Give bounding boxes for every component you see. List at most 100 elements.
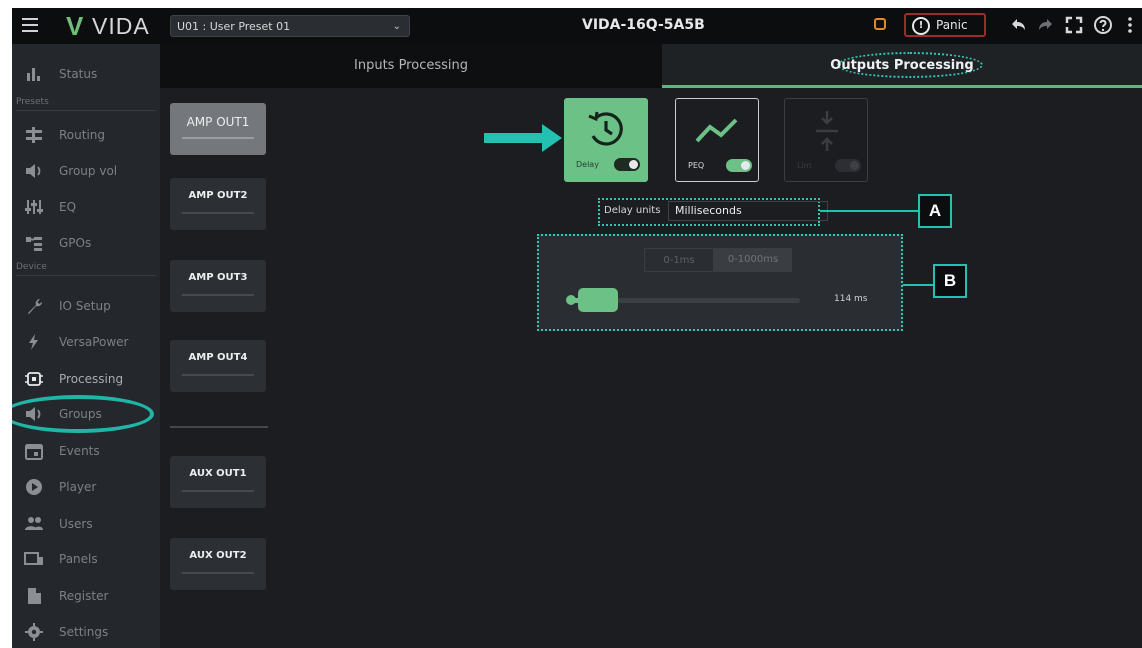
channel-amp-out4[interactable]: AMP OUT4	[170, 340, 266, 392]
channel-amp-out2[interactable]: AMP OUT2	[170, 178, 266, 230]
delay-slider-value: 114 ms	[834, 294, 868, 304]
channel-underline	[182, 572, 254, 574]
app-window: V VIDA U01 : User Preset 01 ⌄ VIDA-16Q-5…	[12, 8, 1142, 648]
logo-mark: V	[66, 11, 84, 41]
sidebar-item-eq[interactable]: EQ	[12, 192, 160, 222]
delay-toggle[interactable]	[614, 158, 640, 171]
sidebar-item-label: Status	[59, 67, 98, 81]
sidebar-item-label: IO Setup	[59, 299, 111, 313]
panic-label: Panic	[936, 18, 968, 32]
top-bar: V VIDA U01 : User Preset 01 ⌄ VIDA-16Q-5…	[12, 8, 1142, 44]
channel-label: AMP OUT2	[188, 190, 248, 201]
limiter-icon	[816, 111, 838, 151]
delay-clock-icon	[588, 111, 623, 146]
delay-slider-thumb[interactable]	[577, 288, 618, 312]
sidebar-item-label: Settings	[59, 625, 109, 639]
redo-icon[interactable]	[1036, 16, 1056, 34]
sidebar-item-label: Users	[59, 517, 93, 531]
sidebar-item-processing[interactable]: Processing	[12, 364, 160, 394]
callout-b-line	[903, 284, 933, 286]
preset-select[interactable]: U01 : User Preset 01 ⌄	[170, 15, 410, 37]
range-0-1ms-button[interactable]: 0-1ms	[644, 248, 714, 272]
channel-aux-out1[interactable]: AUX OUT1	[170, 456, 266, 508]
channel-amp-out1[interactable]: AMP OUT1	[170, 103, 266, 155]
section-divider	[16, 110, 156, 111]
delay-block[interactable]: Delay	[564, 98, 648, 182]
channel-underline	[182, 374, 254, 376]
sidebar-item-label: EQ	[59, 200, 77, 214]
callout-b: B	[933, 264, 967, 298]
panic-button[interactable]: ! Panic	[904, 13, 986, 37]
more-icon[interactable]	[1127, 16, 1133, 34]
peq-block[interactable]: PEQ	[675, 98, 759, 182]
section-label-presets: Presets	[16, 97, 49, 107]
peq-toggle[interactable]	[726, 159, 752, 172]
chip-icon	[25, 372, 43, 386]
limiter-toggle[interactable]	[835, 159, 861, 172]
sidebar-item-label: Register	[59, 589, 109, 603]
tab-label: Inputs Processing	[354, 58, 468, 73]
document-icon	[28, 588, 41, 604]
status-icon	[27, 68, 40, 81]
sidebar-item-player[interactable]: Player	[12, 472, 160, 502]
peq-curve-icon	[695, 118, 738, 143]
sidebar-item-group-vol[interactable]: Group vol	[12, 156, 160, 186]
warning-square-icon[interactable]	[874, 18, 886, 30]
logo-text: VIDA	[92, 13, 150, 39]
channel-underline	[182, 137, 254, 139]
gear-icon	[25, 623, 43, 641]
channel-underline	[182, 212, 254, 214]
annotation-arrow-head	[542, 124, 562, 152]
delay-slider-start-cap	[566, 295, 576, 305]
sidebar-item-label: Panels	[59, 552, 98, 566]
routing-icon	[26, 127, 42, 143]
tab-label: Outputs Processing	[830, 58, 974, 73]
sidebar-item-versapower[interactable]: VersaPower	[12, 327, 160, 357]
sidebar-item-users[interactable]: Users	[12, 509, 160, 539]
sidebar-item-label: Routing	[59, 128, 106, 142]
sidebar-item-register[interactable]: Register	[12, 581, 160, 611]
channel-amp-out3[interactable]: AMP OUT3	[170, 260, 266, 312]
calendar-icon	[25, 444, 43, 460]
undo-icon[interactable]	[1008, 16, 1028, 34]
channel-label: AMP OUT3	[188, 272, 248, 283]
callout-a: A	[918, 194, 952, 228]
preset-value: U01 : User Preset 01	[177, 20, 291, 33]
peq-label: PEQ	[688, 161, 705, 170]
menu-icon[interactable]	[22, 18, 38, 32]
section-divider	[16, 275, 156, 276]
sidebar-item-io-setup[interactable]: IO Setup	[12, 291, 160, 321]
device-name: VIDA-16Q-5A5B	[582, 17, 705, 33]
delay-units-label: Delay units	[604, 205, 661, 216]
limiter-block[interactable]: Lim	[784, 98, 868, 182]
play-icon	[26, 479, 42, 495]
sidebar-item-gpos[interactable]: GPOs	[12, 228, 160, 258]
bolt-icon	[29, 334, 38, 350]
delay-label: Delay	[576, 160, 599, 169]
channel-group-divider	[170, 426, 268, 428]
limiter-label: Lim	[797, 161, 812, 170]
gpo-icon	[26, 237, 42, 251]
sidebar: Status Presets Routing Group vol EQ GPOs…	[12, 44, 160, 648]
delay-units-select[interactable]: Milliseconds	[668, 201, 828, 221]
sidebar-item-status[interactable]: Status	[12, 59, 160, 89]
channel-label: AUX OUT2	[189, 550, 247, 561]
sidebar-item-routing[interactable]: Routing	[12, 120, 160, 150]
sidebar-item-events[interactable]: Events	[12, 436, 160, 466]
channel-label: AMP OUT1	[186, 115, 250, 129]
callout-a-line	[820, 210, 918, 212]
section-label-device: Device	[16, 262, 47, 272]
channel-aux-out2[interactable]: AUX OUT2	[170, 538, 266, 590]
sidebar-item-label: Events	[59, 444, 100, 458]
sidebar-item-label: VersaPower	[59, 335, 129, 349]
eq-icon	[25, 200, 43, 214]
sidebar-item-panels[interactable]: Panels	[12, 544, 160, 574]
wrench-icon	[28, 299, 42, 314]
tab-outputs-processing[interactable]: Outputs Processing	[662, 44, 1142, 88]
channel-label: AUX OUT1	[189, 468, 247, 479]
sidebar-item-settings[interactable]: Settings	[12, 617, 160, 647]
fullscreen-icon[interactable]	[1065, 16, 1083, 34]
tab-inputs-processing[interactable]: Inputs Processing	[160, 44, 662, 88]
range-0-1000ms-button[interactable]: 0-1000ms	[714, 248, 792, 272]
help-icon[interactable]	[1093, 15, 1113, 35]
